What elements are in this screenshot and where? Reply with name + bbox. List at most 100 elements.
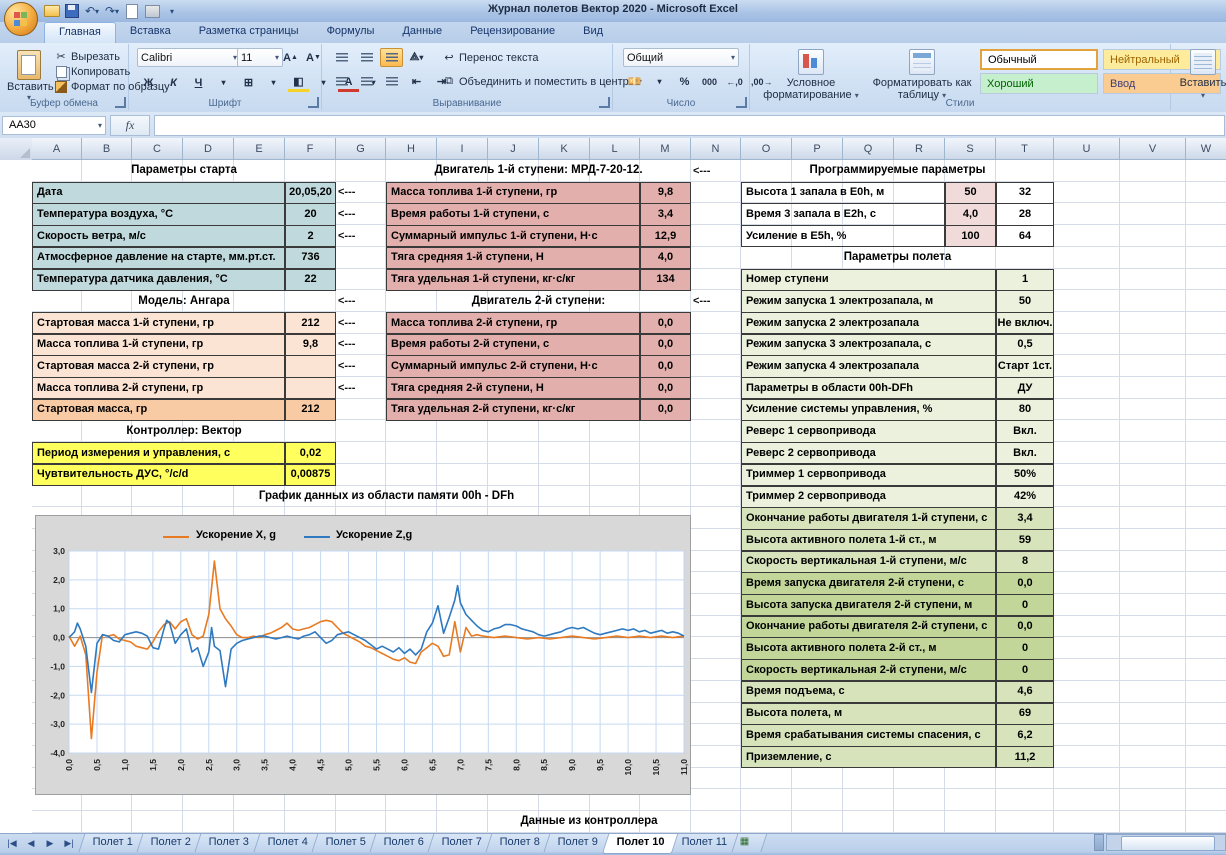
flight-params-label-8[interactable]: Режим запуска 2 электрозапала xyxy=(741,312,996,334)
align-top-button[interactable] xyxy=(330,48,353,67)
engine2-value-8[interactable]: 0,0 xyxy=(640,312,691,334)
engine1-value-4[interactable]: 12,9 xyxy=(640,225,691,247)
column-header-R[interactable]: R xyxy=(894,138,945,160)
style-chip-4[interactable]: Хороший xyxy=(980,73,1098,94)
start-params-value-2[interactable]: 20,05,20 xyxy=(285,182,336,204)
insert-function-button[interactable]: fx xyxy=(110,115,150,136)
column-header-S[interactable]: S xyxy=(945,138,996,160)
font-family-select[interactable]: Calibri▾ xyxy=(137,48,241,67)
flight-params-label-7[interactable]: Режим запуска 1 электрозапала, м xyxy=(741,290,996,312)
start-params-value-4[interactable]: 2 xyxy=(285,225,336,247)
programmable-value2-2[interactable]: 32 xyxy=(996,182,1054,204)
flight-params-value-14[interactable]: Вкл. xyxy=(996,442,1054,464)
controller-params-value-15[interactable]: 0,00875 xyxy=(285,464,336,486)
mass-params-value-10[interactable] xyxy=(285,355,336,377)
flight-params-label-21[interactable]: Высота запуска двигателя 2-й ступени, м xyxy=(741,594,996,616)
sheet-tab-11[interactable]: Полет 11 xyxy=(667,834,741,854)
fill-color-button[interactable]: ◧ xyxy=(287,72,310,93)
flight-params-label-16[interactable]: Триммер 2 сервопривода xyxy=(741,486,996,508)
engine1-value-6[interactable]: 134 xyxy=(640,269,691,291)
engine2-label-8[interactable]: Масса топлива 2-й ступени, гр xyxy=(386,312,640,334)
flight-params-value-28[interactable]: 11,2 xyxy=(996,746,1054,768)
controller-params-value-14[interactable]: 0,02 xyxy=(285,442,336,464)
last-sheet-button[interactable]: ▶| xyxy=(61,838,77,849)
flight-params-value-26[interactable]: 69 xyxy=(996,703,1054,725)
programmable-value2-4[interactable]: 64 xyxy=(996,225,1054,247)
engine1-label-5[interactable]: Тяга средняя 1-й ступени, Н xyxy=(386,247,640,269)
number-dialog-launcher-icon[interactable] xyxy=(736,97,747,108)
next-sheet-button[interactable]: ▶ xyxy=(42,838,58,849)
flight-params-value-12[interactable]: 80 xyxy=(996,399,1054,421)
horizontal-scrollbar[interactable] xyxy=(1106,834,1226,851)
programmable-label-4[interactable]: Усиление в E5h, % xyxy=(741,225,945,247)
formula-input[interactable] xyxy=(154,115,1225,136)
arrow-G7[interactable]: <--- xyxy=(336,290,386,312)
flight-params-label-22[interactable]: Окончание работы двигателя 2-й ступени, … xyxy=(741,616,996,638)
column-header-K[interactable]: K xyxy=(539,138,590,160)
mass-params-value-8[interactable]: 212 xyxy=(285,312,336,334)
merged-header-row1[interactable]: Двигатель 1-й ступени: МРД-7-20-12. xyxy=(386,160,691,182)
mass-params-value-9[interactable]: 9,8 xyxy=(285,334,336,356)
flight-params-label-19[interactable]: Скорость вертикальная 1-й ступени, м/с xyxy=(741,551,996,573)
start-params-label-4[interactable]: Скорость ветра, м/с xyxy=(32,225,285,247)
borders-dropdown-icon[interactable]: ▾ xyxy=(262,73,285,92)
horizontal-scrollbar-thumb[interactable] xyxy=(1121,836,1215,851)
flight-params-value-15[interactable]: 50% xyxy=(996,464,1054,486)
engine1-label-6[interactable]: Тяга удельная 1-й ступени, кг·с/кг xyxy=(386,269,640,291)
column-header-L[interactable]: L xyxy=(590,138,640,160)
arrow-G2[interactable]: <--- xyxy=(336,182,386,204)
select-all-corner[interactable] xyxy=(0,138,33,161)
merged-header-row7[interactable]: Двигатель 2-й ступени: xyxy=(386,290,691,312)
arrow-N1[interactable]: <--- xyxy=(691,160,741,182)
arrow-N7[interactable]: <--- xyxy=(691,290,741,312)
engine1-value-5[interactable]: 4,0 xyxy=(640,247,691,269)
programmable-value-3[interactable]: 4,0 xyxy=(945,203,996,225)
engine1-value-2[interactable]: 9,8 xyxy=(640,182,691,204)
column-header-H[interactable]: H xyxy=(386,138,437,160)
merged-header-row1[interactable]: Программируемые параметры xyxy=(741,160,1054,182)
ribbon-tab-2[interactable]: Вставка xyxy=(116,22,185,43)
column-header-E[interactable]: E xyxy=(234,138,285,160)
column-header-G[interactable]: G xyxy=(336,138,386,160)
ribbon-tab-3[interactable]: Разметка страницы xyxy=(185,22,313,43)
mass-params-label-8[interactable]: Стартовая масса 1-й ступени, гр xyxy=(32,312,285,334)
flight-params-label-14[interactable]: Реверс 2 сервопривода xyxy=(741,442,996,464)
clipboard-dialog-launcher-icon[interactable] xyxy=(115,97,126,108)
merged-header-row7[interactable]: Модель: Ангара xyxy=(32,290,336,312)
sheet-tab-10[interactable]: Полет 10 xyxy=(601,834,677,854)
engine1-value-3[interactable]: 3,4 xyxy=(640,203,691,225)
decrease-indent-button[interactable]: ⇤ xyxy=(405,72,428,91)
flight-params-label-28[interactable]: Приземление, с xyxy=(741,746,996,768)
merged-header-row13[interactable]: Контроллер: Вектор xyxy=(32,420,336,442)
underline-button[interactable]: Ч xyxy=(187,73,210,92)
font-dialog-launcher-icon[interactable] xyxy=(308,97,319,108)
number-format-select[interactable]: Общий▾ xyxy=(623,48,739,67)
engine2-label-10[interactable]: Суммарный импульс 2-й ступени, Н·с xyxy=(386,355,640,377)
arrow-G10[interactable]: <--- xyxy=(336,355,386,377)
arrow-G9[interactable]: <--- xyxy=(336,334,386,356)
column-header-A[interactable]: A xyxy=(32,138,82,160)
flight-params-label-13[interactable]: Реверс 1 сервопривода xyxy=(741,420,996,442)
column-header-M[interactable]: M xyxy=(640,138,691,160)
column-header-I[interactable]: I xyxy=(437,138,488,160)
mass-params-value-11[interactable] xyxy=(285,377,336,399)
programmable-value2-3[interactable]: 28 xyxy=(996,203,1054,225)
column-header-C[interactable]: C xyxy=(132,138,183,160)
flight-params-value-23[interactable]: 0 xyxy=(996,637,1054,659)
align-left-button[interactable] xyxy=(330,72,353,91)
column-header-N[interactable]: N xyxy=(691,138,741,160)
flight-params-label-23[interactable]: Высота активного полета 2-й ст., м xyxy=(741,637,996,659)
flight-params-value-6[interactable]: 1 xyxy=(996,269,1054,291)
column-header-V[interactable]: V xyxy=(1120,138,1186,160)
programmable-label-3[interactable]: Время 3 запала в E2h, с xyxy=(741,203,945,225)
mass-params-value-12[interactable]: 212 xyxy=(285,399,336,421)
programmable-value-4[interactable]: 100 xyxy=(945,225,996,247)
borders-button[interactable]: ⊞ xyxy=(237,73,260,92)
flight-params-value-21[interactable]: 0 xyxy=(996,594,1054,616)
name-box[interactable]: AA30▾ xyxy=(2,116,106,135)
engine2-value-11[interactable]: 0,0 xyxy=(640,377,691,399)
conditional-formatting-button[interactable]: Условное форматирование ▾ xyxy=(756,46,866,102)
start-params-value-6[interactable]: 22 xyxy=(285,269,336,291)
engine1-label-4[interactable]: Суммарный импульс 1-й ступени, Н·с xyxy=(386,225,640,247)
flight-params-label-25[interactable]: Время подъема, с xyxy=(741,681,996,703)
